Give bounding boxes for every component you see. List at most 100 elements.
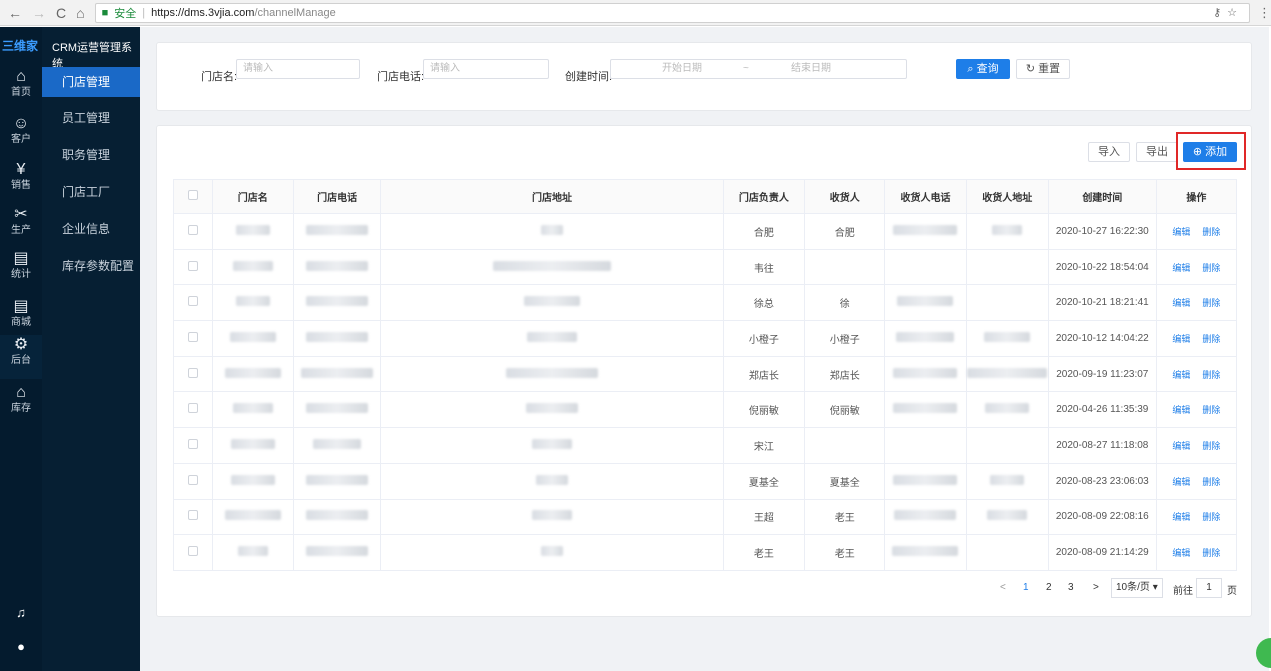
row-checkbox[interactable] (187, 260, 198, 271)
col-header[interactable]: 门店负责人 (722, 179, 806, 214)
sidebar-item-position[interactable]: 职务管理 (42, 140, 140, 170)
delete-link[interactable]: 删除 (1202, 334, 1220, 344)
delete-link[interactable]: 删除 (1202, 548, 1220, 558)
bookmark-star-icon[interactable]: ⚷☆ (1213, 6, 1243, 19)
redacted-value (230, 438, 275, 449)
home-icon[interactable]: ⌂ (76, 5, 84, 21)
table-row[interactable]: 王超 老王 2020-08-09 22:08:16 编辑 删除 (173, 498, 1238, 536)
delete-link[interactable]: 删除 (1202, 298, 1220, 308)
delete-link[interactable]: 删除 (1202, 477, 1220, 487)
reload-icon[interactable]: C (56, 5, 66, 21)
table-row[interactable]: 宋江 2020-08-27 11:18:08 编辑 删除 (173, 427, 1238, 464)
sidebar-item-company[interactable]: 企业信息 (42, 214, 140, 244)
sidebar-item-stock-config[interactable]: 库存参数配置 (42, 251, 140, 281)
row-checkbox[interactable] (187, 438, 198, 449)
rail-item-stats[interactable]: ▤ 统计 (0, 249, 42, 293)
table-row[interactable]: 郑店长 郑店长 2020-09-19 11:23:07 编辑 删除 (173, 355, 1238, 393)
back-icon[interactable]: ← (8, 5, 22, 21)
col-header[interactable]: 收货人 (804, 179, 886, 214)
edit-link[interactable]: 编辑 (1172, 227, 1190, 237)
rail-item-backend[interactable]: ⚙ 后台 (0, 335, 42, 379)
col-header[interactable]: 收货人地址 (965, 179, 1049, 214)
delete-link[interactable]: 删除 (1202, 227, 1220, 237)
edit-link[interactable]: 编辑 (1172, 298, 1190, 308)
row-checkbox[interactable] (187, 331, 198, 342)
rail-item-sales[interactable]: ¥ 销售 (0, 160, 42, 204)
rail-item-home[interactable]: ⌂ 首页 (0, 67, 42, 111)
edit-link[interactable]: 编辑 (1172, 477, 1190, 487)
row-checkbox[interactable] (187, 546, 198, 557)
page-2-button[interactable]: 2 (1046, 582, 1052, 593)
col-header[interactable]: 收货人电话 (884, 179, 967, 214)
rail-item-production[interactable]: ✂ 生产 (0, 205, 42, 249)
cell-receiver-phone (884, 462, 967, 500)
table-row[interactable]: 倪丽敏 倪丽敏 2020-04-26 11:35:39 编辑 删除 (173, 391, 1238, 429)
rail-item-warehouse[interactable]: ⌂ 库存 (0, 383, 42, 427)
store-name-input[interactable]: 请输入 (236, 59, 360, 79)
table-row[interactable]: 夏基全 夏基全 2020-08-23 23:06:03 编辑 删除 (173, 462, 1238, 500)
col-header[interactable]: 创建时间 (1047, 179, 1157, 214)
table-row[interactable]: 老王 老王 2020-08-09 21:14:29 编辑 删除 (173, 534, 1238, 571)
page-3-button[interactable]: 3 (1068, 582, 1074, 593)
sidebar-item-store[interactable]: 门店管理 (42, 67, 140, 97)
edit-link[interactable]: 编辑 (1172, 512, 1190, 522)
col-header[interactable]: 门店名 (211, 179, 294, 214)
export-button[interactable]: 导出 (1136, 142, 1178, 162)
edit-link[interactable]: 编辑 (1172, 405, 1190, 415)
delete-link[interactable]: 删除 (1202, 512, 1220, 522)
table-row[interactable]: 韦往 2020-10-22 18:54:04 编辑 删除 (173, 248, 1238, 286)
notification-bell-icon[interactable]: ♫ (0, 605, 42, 620)
sidebar-item-store-factory[interactable]: 门店工厂 (42, 177, 140, 207)
table-row[interactable]: 徐总徐 2020-10-21 18:21:41 编辑 删除 (173, 284, 1238, 322)
date-range-picker[interactable]: 开始日期 ~ 结束日期 (610, 59, 907, 79)
goto-page-input[interactable]: 1 (1196, 578, 1222, 598)
search-button[interactable]: ⌕ 查询 (956, 59, 1010, 79)
col-header: 操作 (1155, 179, 1238, 214)
table-row[interactable]: 小橙子 小橙子 2020-10-12 14:04:22 编辑 删除 (173, 320, 1238, 357)
address-bar[interactable]: ■ 安全 | https://dms.3vjia.com /channelMan… (94, 2, 1250, 23)
row-select-cell (173, 355, 213, 393)
table-row[interactable]: 合肥 合肥 2020-10-27 16:22:30 编辑 删除 (173, 213, 1238, 250)
cell-actions: 编辑 删除 (1155, 534, 1238, 571)
redacted-value (527, 331, 578, 342)
rail-item-label: 后台 (11, 355, 31, 366)
edit-link[interactable]: 编辑 (1172, 263, 1190, 273)
col-header[interactable]: 门店地址 (380, 179, 724, 214)
delete-link[interactable]: 删除 (1202, 441, 1220, 451)
delete-link[interactable]: 删除 (1202, 405, 1220, 415)
edit-link[interactable]: 编辑 (1172, 334, 1190, 344)
select-all-checkbox[interactable] (187, 190, 198, 200)
row-checkbox[interactable] (187, 224, 198, 235)
row-checkbox[interactable] (187, 403, 198, 414)
rail-item-label: 首页 (11, 87, 31, 98)
row-checkbox[interactable] (187, 510, 198, 521)
row-checkbox[interactable] (187, 474, 198, 485)
import-button[interactable]: 导入 (1088, 142, 1130, 162)
store-phone-input[interactable]: 请输入 (423, 59, 549, 79)
page-1-button[interactable]: 1 (1023, 582, 1029, 593)
cell-store-address (380, 355, 724, 393)
cell-actions: 编辑 删除 (1155, 355, 1238, 393)
reset-button[interactable]: ↻ 重置 (1016, 59, 1070, 79)
sidebar-item-staff[interactable]: 员工管理 (42, 103, 140, 133)
col-header[interactable]: 门店电话 (292, 179, 382, 214)
delete-link[interactable]: 删除 (1202, 370, 1220, 380)
start-date-input[interactable]: 开始日期 (662, 60, 702, 78)
browser-menu-icon[interactable]: ⋮ (1258, 5, 1271, 21)
edit-link[interactable]: 编辑 (1172, 370, 1190, 380)
cell-receiver: 倪丽敏 (804, 391, 886, 429)
delete-link[interactable]: 删除 (1202, 263, 1220, 273)
rail-item-customer[interactable]: ☺ 客户 (0, 114, 42, 158)
row-checkbox[interactable] (187, 296, 198, 307)
end-date-input[interactable]: 结束日期 (791, 60, 831, 78)
next-page-button[interactable]: > (1093, 582, 1099, 593)
cell-store-phone (292, 498, 382, 536)
prev-page-button[interactable]: < (1000, 582, 1006, 593)
edit-link[interactable]: 编辑 (1172, 548, 1190, 558)
edit-link[interactable]: 编辑 (1172, 441, 1190, 451)
row-checkbox[interactable] (187, 367, 198, 378)
cell-created-time: 2020-04-26 11:35:39 (1047, 391, 1157, 429)
forward-icon[interactable]: → (32, 5, 46, 21)
user-avatar-icon[interactable]: ● (0, 639, 42, 654)
page-size-select[interactable]: 10条/页 ▾ (1111, 578, 1163, 598)
